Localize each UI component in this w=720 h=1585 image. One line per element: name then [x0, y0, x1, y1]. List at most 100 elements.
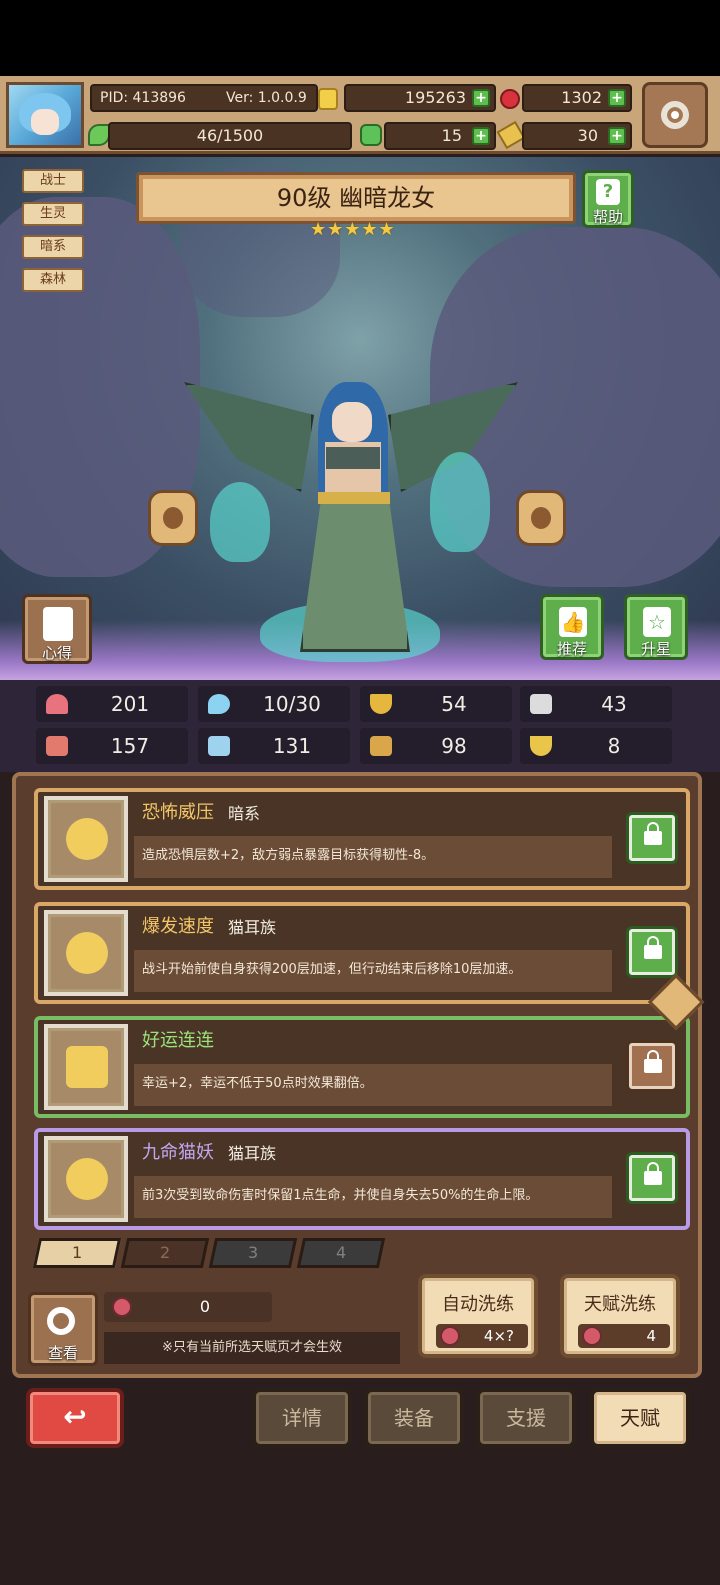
clover-icon — [360, 124, 382, 146]
talent-page-tabs: 1 2 3 4 — [0, 1238, 400, 1272]
version-text: Ver: 1.0.0.9 — [226, 90, 307, 106]
water-drop-icon — [208, 694, 230, 714]
details-tab-button[interactable]: 详情 — [252, 1388, 352, 1448]
talent-desc: 战斗开始前使自身获得200层加速，但行动结束后移除10层加速。 — [134, 950, 612, 992]
talent-desc: 造成恐惧层数+2，敌方弱点暴露目标获得韧性-8。 — [134, 836, 612, 878]
stat-speed: 43 — [520, 686, 672, 722]
auto-refine-button[interactable]: 自动洗练 4×? — [418, 1274, 538, 1358]
spirit-flame — [210, 482, 270, 562]
add-clover-button[interactable]: + — [472, 127, 490, 145]
cat-face-icon — [66, 1158, 108, 1200]
talent-lock-button[interactable] — [626, 1152, 678, 1204]
talent-desc: 前3次受到致命伤害时保留1点生命，并使自身失去50%的生命上限。 — [134, 1176, 612, 1218]
lock-icon — [644, 1162, 662, 1185]
talent-tag: 猫耳族 — [228, 918, 277, 937]
talent-tag: 暗系 — [228, 804, 261, 823]
clover-amount: 15 — [441, 126, 462, 145]
tag-warrior[interactable]: 战士 — [22, 169, 84, 193]
settings-button[interactable] — [642, 82, 708, 148]
tool-bar: 30 + — [522, 122, 632, 150]
talent-lock-button[interactable] — [626, 812, 678, 864]
talent-icon-box — [44, 1024, 128, 1110]
help-button[interactable]: ? 帮助 — [582, 170, 634, 228]
wing-icon — [530, 694, 552, 714]
magnifier-icon — [47, 1307, 75, 1335]
stamina-amount: 46/1500 — [196, 126, 264, 145]
stat-mana: 10/30 — [198, 686, 350, 722]
talent-refine-label: 天赋洗练 — [584, 1294, 656, 1315]
avatar-face — [31, 109, 59, 135]
hero-scene: 战士 生灵 暗系 森林 90级 幽暗龙女 ★★★★★ ? 帮助 心得 👍 推荐 … — [0, 157, 720, 680]
spirit-flame — [430, 452, 490, 552]
page-tab-1[interactable]: 1 — [32, 1238, 122, 1268]
tag-living[interactable]: 生灵 — [22, 202, 84, 226]
talent-icon-box — [44, 796, 128, 882]
page-tab-2[interactable]: 2 — [120, 1238, 210, 1268]
gem-bar: 1302 + — [522, 84, 632, 112]
talent-lock-button[interactable] — [626, 926, 678, 978]
stat-magic: 131 — [198, 728, 350, 764]
ruby-gem-icon — [500, 89, 520, 109]
talent-tag: 猫耳族 — [228, 1144, 277, 1163]
gold-bar: 195263 + — [344, 84, 496, 112]
lock-icon — [644, 822, 662, 845]
hero-top — [326, 447, 380, 469]
page-tab-3[interactable]: 3 — [208, 1238, 298, 1268]
star-up-button[interactable]: ☆ 升星 — [624, 594, 688, 660]
stat-attack-value: 157 — [110, 734, 150, 758]
stamina-bar: 46/1500 — [108, 122, 352, 150]
stamina-leaf-icon — [88, 124, 110, 146]
previous-hero-button[interactable] — [148, 490, 198, 546]
recommend-button[interactable]: 👍 推荐 — [540, 594, 604, 660]
stat-luck: 8 — [520, 728, 672, 764]
pid-version-bar: PID: 413896 Ver: 1.0.0.9 — [90, 84, 318, 112]
next-hero-button[interactable] — [516, 490, 566, 546]
fist-icon — [46, 736, 68, 756]
talent-desc: 幸运+2，幸运不低于50点时效果翻倍。 — [134, 1064, 612, 1106]
back-button[interactable]: ↩ — [26, 1388, 124, 1448]
stat-luck-value: 8 — [607, 734, 621, 758]
talent-card-1[interactable]: 恐怖威压 暗系 造成恐惧层数+2，敌方弱点暴露目标获得韧性-8。 — [34, 788, 690, 890]
gear-icon — [661, 101, 689, 129]
pid-text: PID: 413896 — [100, 90, 186, 106]
spellbook-icon — [208, 736, 230, 756]
tag-forest[interactable]: 森林 — [22, 268, 84, 292]
stat-speed-value: 43 — [601, 692, 627, 716]
equipment-tab-button[interactable]: 装备 — [364, 1388, 464, 1448]
clover-bar: 15 + — [384, 122, 496, 150]
stat-magic-value: 131 — [272, 734, 312, 758]
talent-name: 九命猫妖 — [142, 1142, 214, 1163]
view-button[interactable]: 查看 — [28, 1292, 98, 1366]
arrow-left-icon — [163, 507, 183, 529]
add-gem-button[interactable]: + — [608, 89, 626, 107]
seed-count: 0 — [199, 1297, 211, 1316]
talent-unlock-button[interactable] — [626, 1040, 678, 1092]
star-icon: ☆ — [643, 607, 671, 637]
shield-icon — [370, 694, 392, 714]
gold-coin-icon — [318, 88, 338, 110]
talent-refine-button[interactable]: 天赋洗练 4 — [560, 1274, 680, 1358]
talent-card-3[interactable]: 好运连连 幸运+2，幸运不低于50点时效果翻倍。 — [34, 1016, 690, 1118]
support-tab-button[interactable]: 支援 — [476, 1388, 576, 1448]
page-tab-4[interactable]: 4 — [296, 1238, 386, 1268]
insight-button[interactable]: 心得 — [22, 594, 92, 664]
add-gold-button[interactable]: + — [472, 89, 490, 107]
talent-card-2[interactable]: 爆发速度 猫耳族 战斗开始前使自身获得200层加速，但行动结束后移除10层加速。 — [34, 902, 690, 1004]
tag-dark[interactable]: 暗系 — [22, 235, 84, 259]
question-icon: ? — [596, 179, 620, 205]
horseshoe-icon — [530, 736, 552, 756]
talent-name: 爆发速度 — [142, 916, 214, 937]
talent-tab-button[interactable]: 天赋 — [590, 1388, 690, 1448]
stat-attack: 157 — [36, 728, 188, 764]
auto-refine-label: 自动洗练 — [442, 1294, 514, 1315]
player-avatar[interactable] — [6, 82, 84, 148]
stat-hp-value: 201 — [110, 692, 150, 716]
heart-icon — [46, 694, 68, 714]
cat-face-icon — [66, 932, 108, 974]
add-tool-button[interactable]: + — [608, 127, 626, 145]
hero-face — [332, 402, 372, 442]
top-resource-bar: PID: 413896 Ver: 1.0.0.9 195263 + 1302 +… — [0, 76, 720, 154]
talent-card-4[interactable]: 九命猫妖 猫耳族 前3次受到致命伤害时保留1点生命，并使自身失去50%的生命上限… — [34, 1128, 690, 1230]
recommend-label: 推荐 — [556, 640, 587, 658]
seed-icon — [440, 1326, 460, 1346]
